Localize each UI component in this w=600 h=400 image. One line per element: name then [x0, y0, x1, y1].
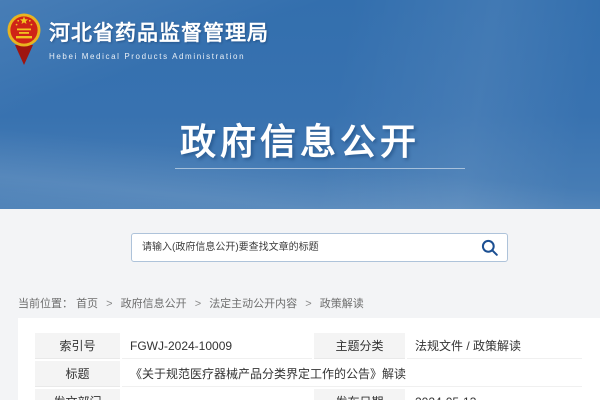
breadcrumb-prefix: 当前位置： [18, 298, 73, 310]
table-row: 索引号 FGWJ-2024-10009 主题分类 法规文件 / 政策解读 [35, 333, 582, 359]
table-row: 标题 《关于规范医疗器械产品分类界定工作的公告》解读 [35, 361, 582, 387]
title-value: 《关于规范医疗器械产品分类界定工作的公告》解读 [122, 361, 582, 387]
page: { "header": { "agency_name_cn": "河北省药品监督… [0, 0, 600, 400]
info-table: 索引号 FGWJ-2024-10009 主题分类 法规文件 / 政策解读 标题 … [33, 331, 584, 400]
title-label: 标题 [35, 361, 120, 387]
search-icon [481, 239, 499, 257]
site-logo[interactable]: 河北省药品监督管理局 Hebei Medical Products Admini… [7, 9, 269, 65]
breadcrumb-separator: > [106, 298, 112, 310]
breadcrumb: 当前位置： 首页 > 政府信息公开 > 法定主动公开内容 > 政策解读 [18, 295, 364, 311]
agency-name-en: Hebei Medical Products Administration [49, 52, 269, 61]
brand-text: 河北省药品监督管理局 Hebei Medical Products Admini… [49, 9, 269, 61]
breadcrumb-item-statutory-content[interactable]: 法定主动公开内容 [209, 298, 297, 310]
breadcrumb-item-info-disclosure[interactable]: 政府信息公开 [121, 298, 187, 310]
breadcrumb-separator: > [195, 298, 201, 310]
topic-category-value: 法规文件 / 政策解读 [407, 333, 582, 359]
publish-date-label: 发布日期 [314, 389, 405, 400]
table-row: 发文部门 发布日期 2024-05-13 [35, 389, 582, 400]
breadcrumb-item-home[interactable]: 首页 [76, 298, 98, 310]
content-area: 当前位置： 首页 > 政府信息公开 > 法定主动公开内容 > 政策解读 索引号 … [0, 209, 600, 400]
search-box [131, 233, 508, 262]
index-number-label: 索引号 [35, 333, 120, 359]
search-button[interactable] [473, 234, 507, 261]
breadcrumb-item-policy-interpretation[interactable]: 政策解读 [320, 298, 364, 310]
national-emblem-icon [7, 9, 41, 65]
site-header: 河北省药品监督管理局 Hebei Medical Products Admini… [0, 0, 600, 209]
topic-category-label: 主题分类 [314, 333, 405, 359]
banner-divider [175, 168, 465, 169]
breadcrumb-separator: > [305, 298, 311, 310]
banner-title: 政府信息公开 [0, 113, 600, 165]
issuing-department-value [122, 389, 312, 400]
document-info-card: 索引号 FGWJ-2024-10009 主题分类 法规文件 / 政策解读 标题 … [18, 318, 600, 400]
issuing-department-label: 发文部门 [35, 389, 120, 400]
index-number-value: FGWJ-2024-10009 [122, 333, 312, 359]
agency-name-cn: 河北省药品监督管理局 [49, 17, 269, 47]
publish-date-value: 2024-05-13 [407, 389, 582, 400]
search-input[interactable] [132, 234, 473, 261]
